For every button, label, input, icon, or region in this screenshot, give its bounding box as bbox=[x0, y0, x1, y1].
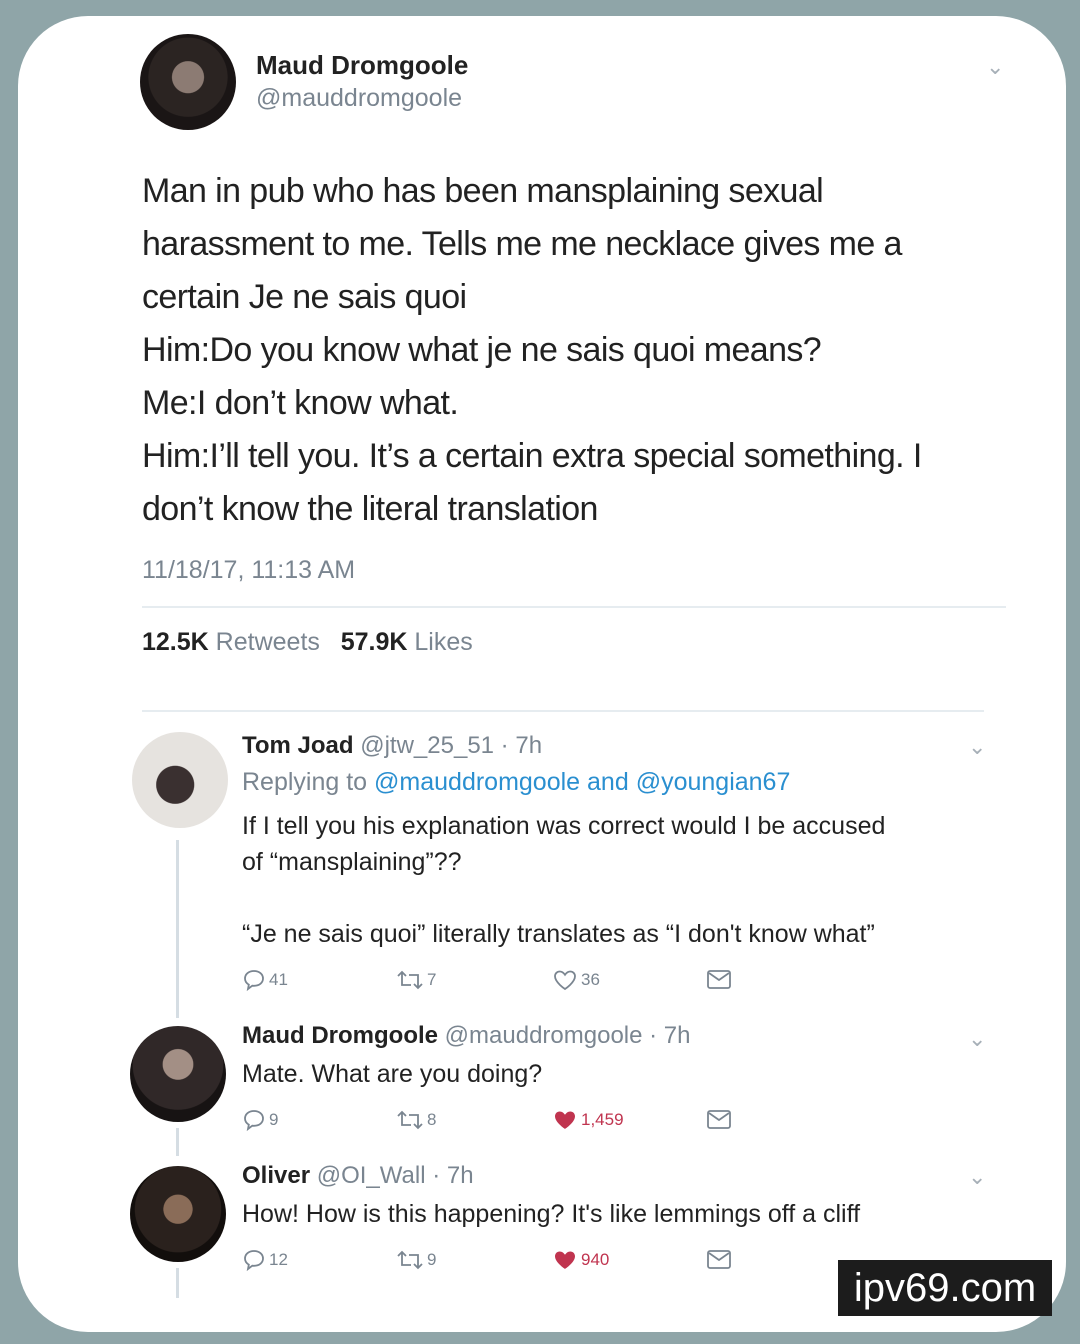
reply-author-name[interactable]: Tom Joad bbox=[242, 732, 354, 759]
reply-text: “Je ne sais quoi” literally translates a… bbox=[242, 920, 875, 948]
reply-text: of “mansplaining”?? bbox=[242, 848, 462, 876]
thread-line bbox=[176, 1128, 179, 1156]
thread-line bbox=[176, 1268, 179, 1298]
replying-to-and: and bbox=[587, 768, 629, 796]
chevron-down-icon[interactable]: ⌄ bbox=[968, 1164, 986, 1190]
dm-action[interactable] bbox=[706, 1248, 732, 1272]
message-icon bbox=[707, 970, 731, 989]
tweet-line: Me:I don’t know what. bbox=[142, 384, 459, 422]
heart-icon bbox=[554, 970, 576, 991]
reply-text: Mate. What are you doing? bbox=[242, 1060, 543, 1088]
reply-action[interactable]: 12 bbox=[242, 1248, 288, 1272]
reply-author-meta: @mauddromgoole · 7h bbox=[444, 1022, 691, 1049]
like-action[interactable]: 1,459 bbox=[552, 1108, 624, 1132]
dm-action[interactable] bbox=[706, 1108, 732, 1132]
reply-avatar[interactable] bbox=[132, 732, 228, 828]
retweet-count: 7 bbox=[427, 970, 437, 989]
reply-icon bbox=[244, 1250, 264, 1272]
like-count: 36 bbox=[581, 970, 600, 989]
tweet-line: Man in pub who has been mansplaining sex… bbox=[142, 172, 824, 210]
tweet-timestamp[interactable]: 11/18/17, 11:13 AM bbox=[142, 556, 355, 585]
reply-author-meta: @OI_Wall · 7h bbox=[316, 1162, 474, 1189]
heart-icon bbox=[555, 1251, 575, 1269]
replying-to-label: Replying to bbox=[242, 768, 368, 796]
author-avatar[interactable] bbox=[140, 34, 236, 130]
retweet-action[interactable]: 9 bbox=[396, 1248, 436, 1272]
retweet-icon bbox=[397, 1110, 423, 1130]
reply-author-name[interactable]: Oliver bbox=[242, 1162, 310, 1189]
reply-count: 9 bbox=[269, 1110, 279, 1129]
chevron-down-icon[interactable]: ⌄ bbox=[986, 54, 1004, 80]
author-handle[interactable]: @mauddromgoole bbox=[256, 84, 462, 113]
watermark: ipv69.com bbox=[838, 1260, 1052, 1316]
chevron-down-icon[interactable]: ⌄ bbox=[968, 734, 986, 760]
likes-count[interactable]: 57.9K bbox=[341, 628, 408, 656]
thread-line bbox=[176, 840, 179, 1018]
chevron-down-icon[interactable]: ⌄ bbox=[968, 1026, 986, 1052]
retweets-count[interactable]: 12.5K bbox=[142, 628, 209, 656]
like-action[interactable]: 36 bbox=[552, 968, 600, 992]
heart-icon bbox=[555, 1111, 575, 1129]
retweet-action[interactable]: 8 bbox=[396, 1108, 436, 1132]
tweet-line: Him:Do you know what je ne sais quoi mea… bbox=[142, 331, 822, 369]
reply-avatar[interactable] bbox=[130, 1026, 226, 1122]
reply-text: How! How is this happening? It's like le… bbox=[242, 1200, 861, 1228]
reply-count: 12 bbox=[269, 1250, 288, 1269]
reply-action[interactable]: 9 bbox=[242, 1108, 278, 1132]
tweet-line: Him:I’ll tell you. It’s a certain extra … bbox=[142, 437, 922, 475]
like-count: 940 bbox=[581, 1250, 610, 1269]
likes-label[interactable]: Likes bbox=[414, 628, 472, 656]
reply-author[interactable]: Tom Joad @jtw_25_51 · 7h bbox=[242, 732, 542, 760]
retweet-icon bbox=[397, 1250, 423, 1270]
mention-link[interactable]: @youngian67 bbox=[636, 768, 791, 796]
dm-action[interactable] bbox=[706, 968, 732, 992]
retweets-label[interactable]: Retweets bbox=[216, 628, 320, 656]
reply-action[interactable]: 41 bbox=[242, 968, 288, 992]
retweet-count: 8 bbox=[427, 1110, 437, 1129]
reply-icon bbox=[244, 1110, 264, 1132]
reply-text: If I tell you his explanation was correc… bbox=[242, 812, 886, 840]
reply-count: 41 bbox=[269, 970, 288, 989]
reply-icon bbox=[244, 970, 264, 992]
replying-to: Replying to @mauddromgoole and @youngian… bbox=[242, 768, 790, 797]
reply-avatar[interactable] bbox=[130, 1166, 226, 1262]
divider bbox=[142, 606, 1006, 608]
reply-author[interactable]: Maud Dromgoole @mauddromgoole · 7h bbox=[242, 1022, 691, 1050]
tweet-text: Man in pub who has been mansplaining sex… bbox=[142, 165, 1002, 536]
divider bbox=[142, 710, 984, 712]
like-count: 1,459 bbox=[581, 1110, 624, 1129]
tweet-stats: 12.5K Retweets 57.9K Likes bbox=[142, 628, 473, 657]
reply-author-meta: @jtw_25_51 · 7h bbox=[360, 732, 543, 759]
reply-author[interactable]: Oliver @OI_Wall · 7h bbox=[242, 1162, 474, 1190]
tweet-line: certain Je ne sais quoi bbox=[142, 278, 467, 316]
mention-link[interactable]: @mauddromgoole bbox=[374, 768, 580, 796]
like-action[interactable]: 940 bbox=[552, 1248, 609, 1272]
retweet-count: 9 bbox=[427, 1250, 437, 1269]
retweet-action[interactable]: 7 bbox=[396, 968, 436, 992]
message-icon bbox=[707, 1250, 731, 1269]
author-name[interactable]: Maud Dromgoole bbox=[256, 50, 468, 81]
retweet-icon bbox=[397, 970, 423, 990]
reply-author-name[interactable]: Maud Dromgoole bbox=[242, 1022, 438, 1049]
tweet-line: don’t know the literal translation bbox=[142, 490, 598, 528]
tweet-line: harassment to me. Tells me me necklace g… bbox=[142, 225, 902, 263]
message-icon bbox=[707, 1110, 731, 1129]
